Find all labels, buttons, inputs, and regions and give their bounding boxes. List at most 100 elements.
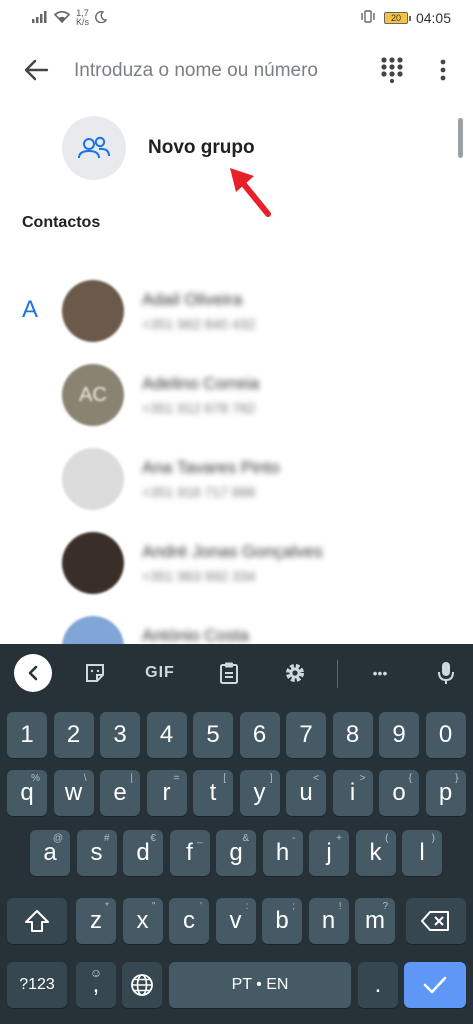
shift-icon	[25, 910, 49, 932]
emoji-comma-key[interactable]: , ☺	[76, 962, 116, 1008]
key-label: y	[253, 779, 266, 806]
battery-level: 20	[390, 13, 401, 23]
key-9[interactable]: 9	[379, 712, 419, 758]
key-q[interactable]: q%	[7, 770, 47, 816]
wifi-icon	[53, 10, 71, 26]
contact-name: António Costa	[142, 626, 249, 645]
key-label: e	[113, 779, 127, 806]
key-label: r	[162, 779, 171, 806]
search-header	[0, 40, 473, 100]
key-label: 2	[66, 721, 81, 748]
contact-item[interactable]: André Jonas Gonçalves +351 963 992 334	[62, 532, 462, 596]
key-u[interactable]: u <	[286, 770, 326, 816]
contact-item[interactable]: Adail Oliveira +351 962 840 432	[62, 280, 462, 344]
key-x[interactable]: x "	[122, 898, 163, 944]
new-group-item[interactable]: Novo grupo	[62, 116, 362, 180]
key-label: g	[229, 839, 243, 866]
key-m[interactable]: m?	[355, 898, 395, 944]
settings-button[interactable]	[280, 658, 310, 688]
period-key[interactable]: .	[358, 962, 398, 1008]
key-3[interactable]: 3	[100, 712, 140, 758]
key-5[interactable]: 5	[193, 712, 233, 758]
red-arrow-annotation	[230, 168, 271, 217]
sticker-icon	[86, 664, 104, 682]
avatar	[62, 532, 124, 594]
more-options-button[interactable]	[428, 54, 458, 86]
key-label: c	[183, 907, 195, 934]
key-p[interactable]: p}	[425, 770, 466, 816]
key-j[interactable]: j +	[309, 830, 349, 876]
key-a[interactable]: a @	[30, 830, 70, 876]
backspace-key[interactable]	[406, 898, 466, 944]
key-l[interactable]: l)	[402, 830, 442, 876]
contact-item[interactable]: AC Adelino Correia +351 912 678 782	[62, 364, 462, 428]
key-o[interactable]: o{	[379, 770, 419, 816]
key-b[interactable]: b;	[262, 898, 302, 944]
contact-item[interactable]: Ana Tavares Pinto +351 916 717 888	[62, 448, 462, 512]
key-0[interactable]: 0	[425, 712, 466, 758]
contact-phone: +351 963 992 334	[142, 568, 256, 584]
clock: 04:05	[415, 10, 451, 26]
space-key[interactable]: PT • EN	[169, 962, 351, 1008]
enter-key[interactable]	[404, 962, 466, 1008]
voice-input-button[interactable]	[432, 658, 460, 688]
toolbar-divider	[337, 660, 338, 688]
sticker-button[interactable]	[80, 658, 110, 688]
key-v[interactable]: v:	[215, 898, 256, 944]
status-bar: 1,7 K/s 20 04:05	[0, 0, 473, 36]
key-6[interactable]: 6	[239, 712, 280, 758]
key-hint: @	[52, 833, 63, 844]
key-4[interactable]: 4	[146, 712, 187, 758]
key-n[interactable]: n!	[308, 898, 349, 944]
key-e[interactable]: e |	[100, 770, 140, 816]
key-hint: |	[130, 773, 133, 784]
key-f[interactable]: f _	[169, 830, 210, 876]
key-h[interactable]: h-	[262, 830, 303, 876]
collapse-keyboard-button[interactable]	[14, 654, 52, 692]
key-1[interactable]: 1	[7, 712, 47, 758]
key-z[interactable]: z *	[76, 898, 116, 944]
speed-unit: K/s	[76, 17, 90, 27]
clipboard-button[interactable]	[214, 658, 244, 688]
gif-button[interactable]: GIF	[140, 658, 180, 688]
battery-icon: 20	[383, 12, 411, 24]
avatar-initials: AC	[79, 383, 107, 406]
search-input[interactable]	[74, 56, 364, 86]
more-tools-button[interactable]: •••	[362, 658, 398, 688]
dialpad-button[interactable]	[374, 54, 410, 86]
back-button[interactable]	[16, 54, 56, 86]
key-7[interactable]: 7	[286, 712, 326, 758]
network-speed: 1,7 K/s	[76, 9, 89, 27]
key-label: u	[299, 779, 313, 806]
key-hint: :	[245, 901, 249, 912]
key-t[interactable]: t[	[193, 770, 233, 816]
scrollbar[interactable]	[458, 118, 463, 158]
group-icon	[78, 136, 110, 159]
key-k[interactable]: k(	[355, 830, 396, 876]
key-i[interactable]: i >	[332, 770, 373, 816]
chevron-left-icon	[28, 665, 38, 681]
key-hint: "	[151, 901, 156, 912]
key-hint: -	[292, 833, 296, 844]
key-hint: €	[150, 833, 156, 844]
language-key[interactable]	[122, 962, 162, 1008]
symbols-key[interactable]: ?123	[7, 962, 67, 1008]
key-hint: [	[223, 773, 226, 784]
key-w[interactable]: w \	[53, 770, 94, 816]
key-label: b	[275, 907, 289, 934]
shift-key[interactable]	[7, 898, 67, 944]
contact-name: Ana Tavares Pinto	[142, 458, 280, 477]
key-g[interactable]: g &	[216, 830, 256, 876]
key-8[interactable]: 8	[332, 712, 373, 758]
more-vert-icon	[440, 59, 446, 81]
key-2[interactable]: 2	[53, 712, 94, 758]
key-r[interactable]: r =	[146, 770, 187, 816]
keyboard-toolbar: GIF •••	[0, 644, 473, 702]
key-y[interactable]: y]	[239, 770, 280, 816]
key-d[interactable]: d €	[123, 830, 163, 876]
key-hint: ;	[292, 901, 295, 912]
key-s[interactable]: s #	[76, 830, 117, 876]
key-label: 3	[113, 721, 127, 748]
key-hint: {	[408, 773, 412, 784]
key-c[interactable]: c '	[169, 898, 209, 944]
